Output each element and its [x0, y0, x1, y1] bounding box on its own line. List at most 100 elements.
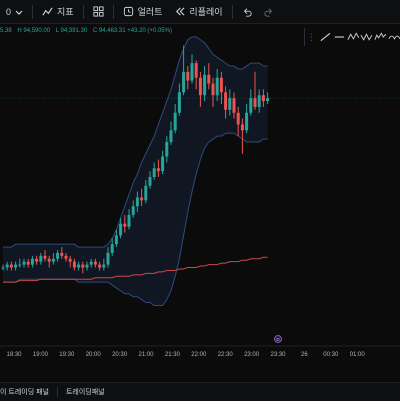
candle-body	[148, 177, 152, 186]
candle-body	[240, 124, 244, 131]
candle-body	[245, 112, 249, 131]
indicators-label: 지표	[57, 7, 74, 17]
candle-body	[161, 156, 165, 172]
candle-body	[224, 92, 228, 110]
candle-body	[1, 267, 5, 269]
candle-body	[68, 258, 72, 262]
candle-body	[47, 258, 51, 262]
time-axis-label: 21:00	[138, 352, 154, 358]
candle-body	[253, 98, 257, 107]
candle-body	[39, 255, 43, 262]
interval-button[interactable]: 0	[0, 0, 29, 23]
top-toolbar: 0 지표 얼러트 리플레이	[0, 0, 400, 24]
time-axis-label: 26	[301, 352, 308, 358]
candle-body	[219, 77, 223, 93]
layout-button[interactable]	[87, 0, 110, 23]
time-axis-label: 23:00	[244, 352, 260, 358]
candle-body	[18, 264, 22, 266]
alarm-clock-icon	[123, 6, 133, 17]
candle-body	[177, 92, 181, 113]
interval-label: 0	[6, 6, 12, 17]
candle-body	[43, 255, 47, 259]
candle-body	[98, 264, 102, 268]
candle-body	[266, 98, 270, 102]
replay-button[interactable]: 리플레이	[168, 0, 228, 23]
undo-button[interactable]	[236, 0, 258, 23]
candle-body	[110, 244, 114, 253]
time-axis-label: 22:00	[191, 352, 207, 358]
candle-body	[228, 98, 232, 110]
redo-button[interactable]	[258, 0, 280, 23]
tab-trading-panel[interactable]: 트레이딩패널	[66, 387, 113, 397]
candle-body	[257, 95, 261, 107]
candle-body	[30, 258, 34, 265]
time-axis-label: 20:30	[112, 352, 128, 358]
candle-body	[81, 264, 85, 268]
candle-body	[119, 223, 123, 236]
candle-body	[35, 258, 39, 262]
candle-body	[236, 112, 240, 125]
time-axis-label: 21:30	[165, 352, 181, 358]
time-axis-label: 22:30	[218, 352, 234, 358]
candle-body	[102, 264, 106, 268]
replay-icon	[176, 7, 185, 16]
candle-body	[14, 264, 18, 268]
time-axis-label: 20:00	[86, 352, 102, 358]
tab-trading-panel-partial[interactable]: 이 트레이딩 패널	[0, 387, 57, 397]
alert-label: 얼러트	[137, 7, 163, 17]
candle-body	[165, 141, 169, 157]
candle-body	[56, 252, 60, 259]
candle-body	[72, 261, 76, 268]
candle-body	[114, 235, 118, 245]
time-axis-label: 01:00	[350, 352, 366, 358]
time-axis-label: 23:30	[270, 352, 286, 358]
candle-body	[85, 264, 89, 268]
candle-body	[106, 252, 110, 265]
candle-body	[89, 261, 93, 265]
candle-body	[182, 71, 186, 93]
time-axis-label: 00:30	[323, 352, 339, 358]
candle-body	[26, 261, 30, 265]
candle-body	[93, 261, 97, 265]
price-chart[interactable]: 18:30 19:00 19:30 20:00 20:30 21:00 21:30 22:00…	[0, 23, 400, 381]
candle-body	[51, 258, 55, 262]
candle-body	[77, 264, 81, 268]
indicators-icon	[42, 7, 53, 16]
bollinger-band-fill	[3, 36, 268, 306]
candle-body	[9, 264, 13, 268]
candle-body	[156, 168, 160, 172]
candle-body	[190, 63, 194, 81]
candle-body	[5, 264, 9, 268]
alert-button[interactable]: 얼러트	[117, 0, 169, 23]
candle-body	[207, 74, 211, 84]
bottom-panel-tabs: 이 트레이딩 패널 트레이딩패널	[0, 382, 400, 401]
redo-icon	[263, 7, 272, 17]
candle-body	[173, 112, 177, 131]
candle-body	[60, 252, 64, 256]
undo-icon	[243, 7, 252, 17]
candle-body	[211, 83, 215, 96]
candle-body	[135, 197, 139, 207]
candle-body	[140, 197, 144, 201]
candle-body	[215, 77, 219, 96]
indicators-button[interactable]: 지표	[36, 0, 80, 23]
candle-body	[203, 74, 207, 96]
grid-icon	[93, 6, 104, 17]
candle-body	[123, 223, 127, 227]
candle-body	[169, 130, 173, 142]
chevron-down-icon	[15, 10, 23, 15]
candle-body	[22, 261, 26, 265]
candle-body	[152, 168, 156, 177]
replay-label: 리플레이	[189, 7, 223, 17]
time-axis-label: 19:30	[59, 352, 75, 358]
candle-body	[194, 63, 198, 78]
time-axis-label: 18:30	[6, 352, 22, 358]
candle-body	[198, 77, 202, 96]
time-axis-label: 19:00	[33, 352, 49, 358]
candle-body	[127, 214, 131, 227]
candle-body	[249, 98, 253, 113]
candle-body	[232, 98, 236, 113]
candle-body	[186, 71, 190, 81]
candle-body	[64, 255, 68, 259]
candle-body	[144, 185, 148, 201]
